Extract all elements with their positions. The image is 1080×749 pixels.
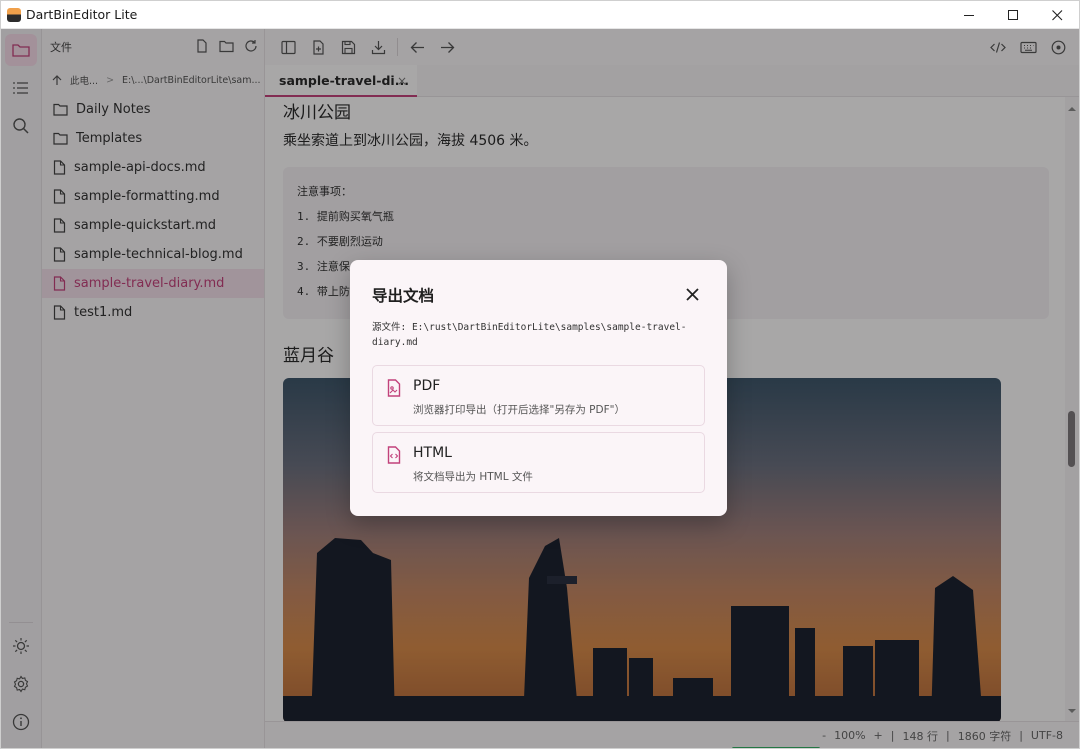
app-window: DartBinEditor Lite 文件 此电... > E:\...\Dar… xyxy=(0,0,1080,749)
option-description: 浏览器打印导出（打开后选择"另存为 PDF"） xyxy=(413,404,625,416)
close-icon xyxy=(1051,9,1062,20)
dialog-title: 导出文档 xyxy=(372,287,435,305)
close-icon xyxy=(685,287,699,301)
maximize-button[interactable] xyxy=(991,1,1035,29)
export-pdf-option[interactable]: PDF 浏览器打印导出（打开后选择"另存为 PDF"） xyxy=(372,365,705,426)
window-title: DartBinEditor Lite xyxy=(26,7,138,22)
window-controls xyxy=(947,1,1079,29)
option-title: HTML xyxy=(413,445,452,461)
close-window-button[interactable] xyxy=(1035,1,1079,29)
app-logo-icon xyxy=(7,7,21,22)
pdf-file-icon xyxy=(387,379,401,397)
html-file-icon xyxy=(387,446,401,464)
maximize-icon xyxy=(1007,9,1018,20)
option-description: 将文档导出为 HTML 文件 xyxy=(413,471,533,483)
export-html-option[interactable]: HTML 将文档导出为 HTML 文件 xyxy=(372,432,705,493)
source-file-path: 源文件: E:\rust\DartBinEditorLite\samples\s… xyxy=(372,322,687,348)
minimize-icon xyxy=(963,14,974,16)
dialog-close-button[interactable] xyxy=(683,285,701,303)
export-dialog: 导出文档 源文件: E:\rust\DartBinEditorLite\samp… xyxy=(350,260,727,516)
title-bar: DartBinEditor Lite xyxy=(1,1,1079,29)
option-title: PDF xyxy=(413,378,441,394)
minimize-button[interactable] xyxy=(947,1,991,29)
